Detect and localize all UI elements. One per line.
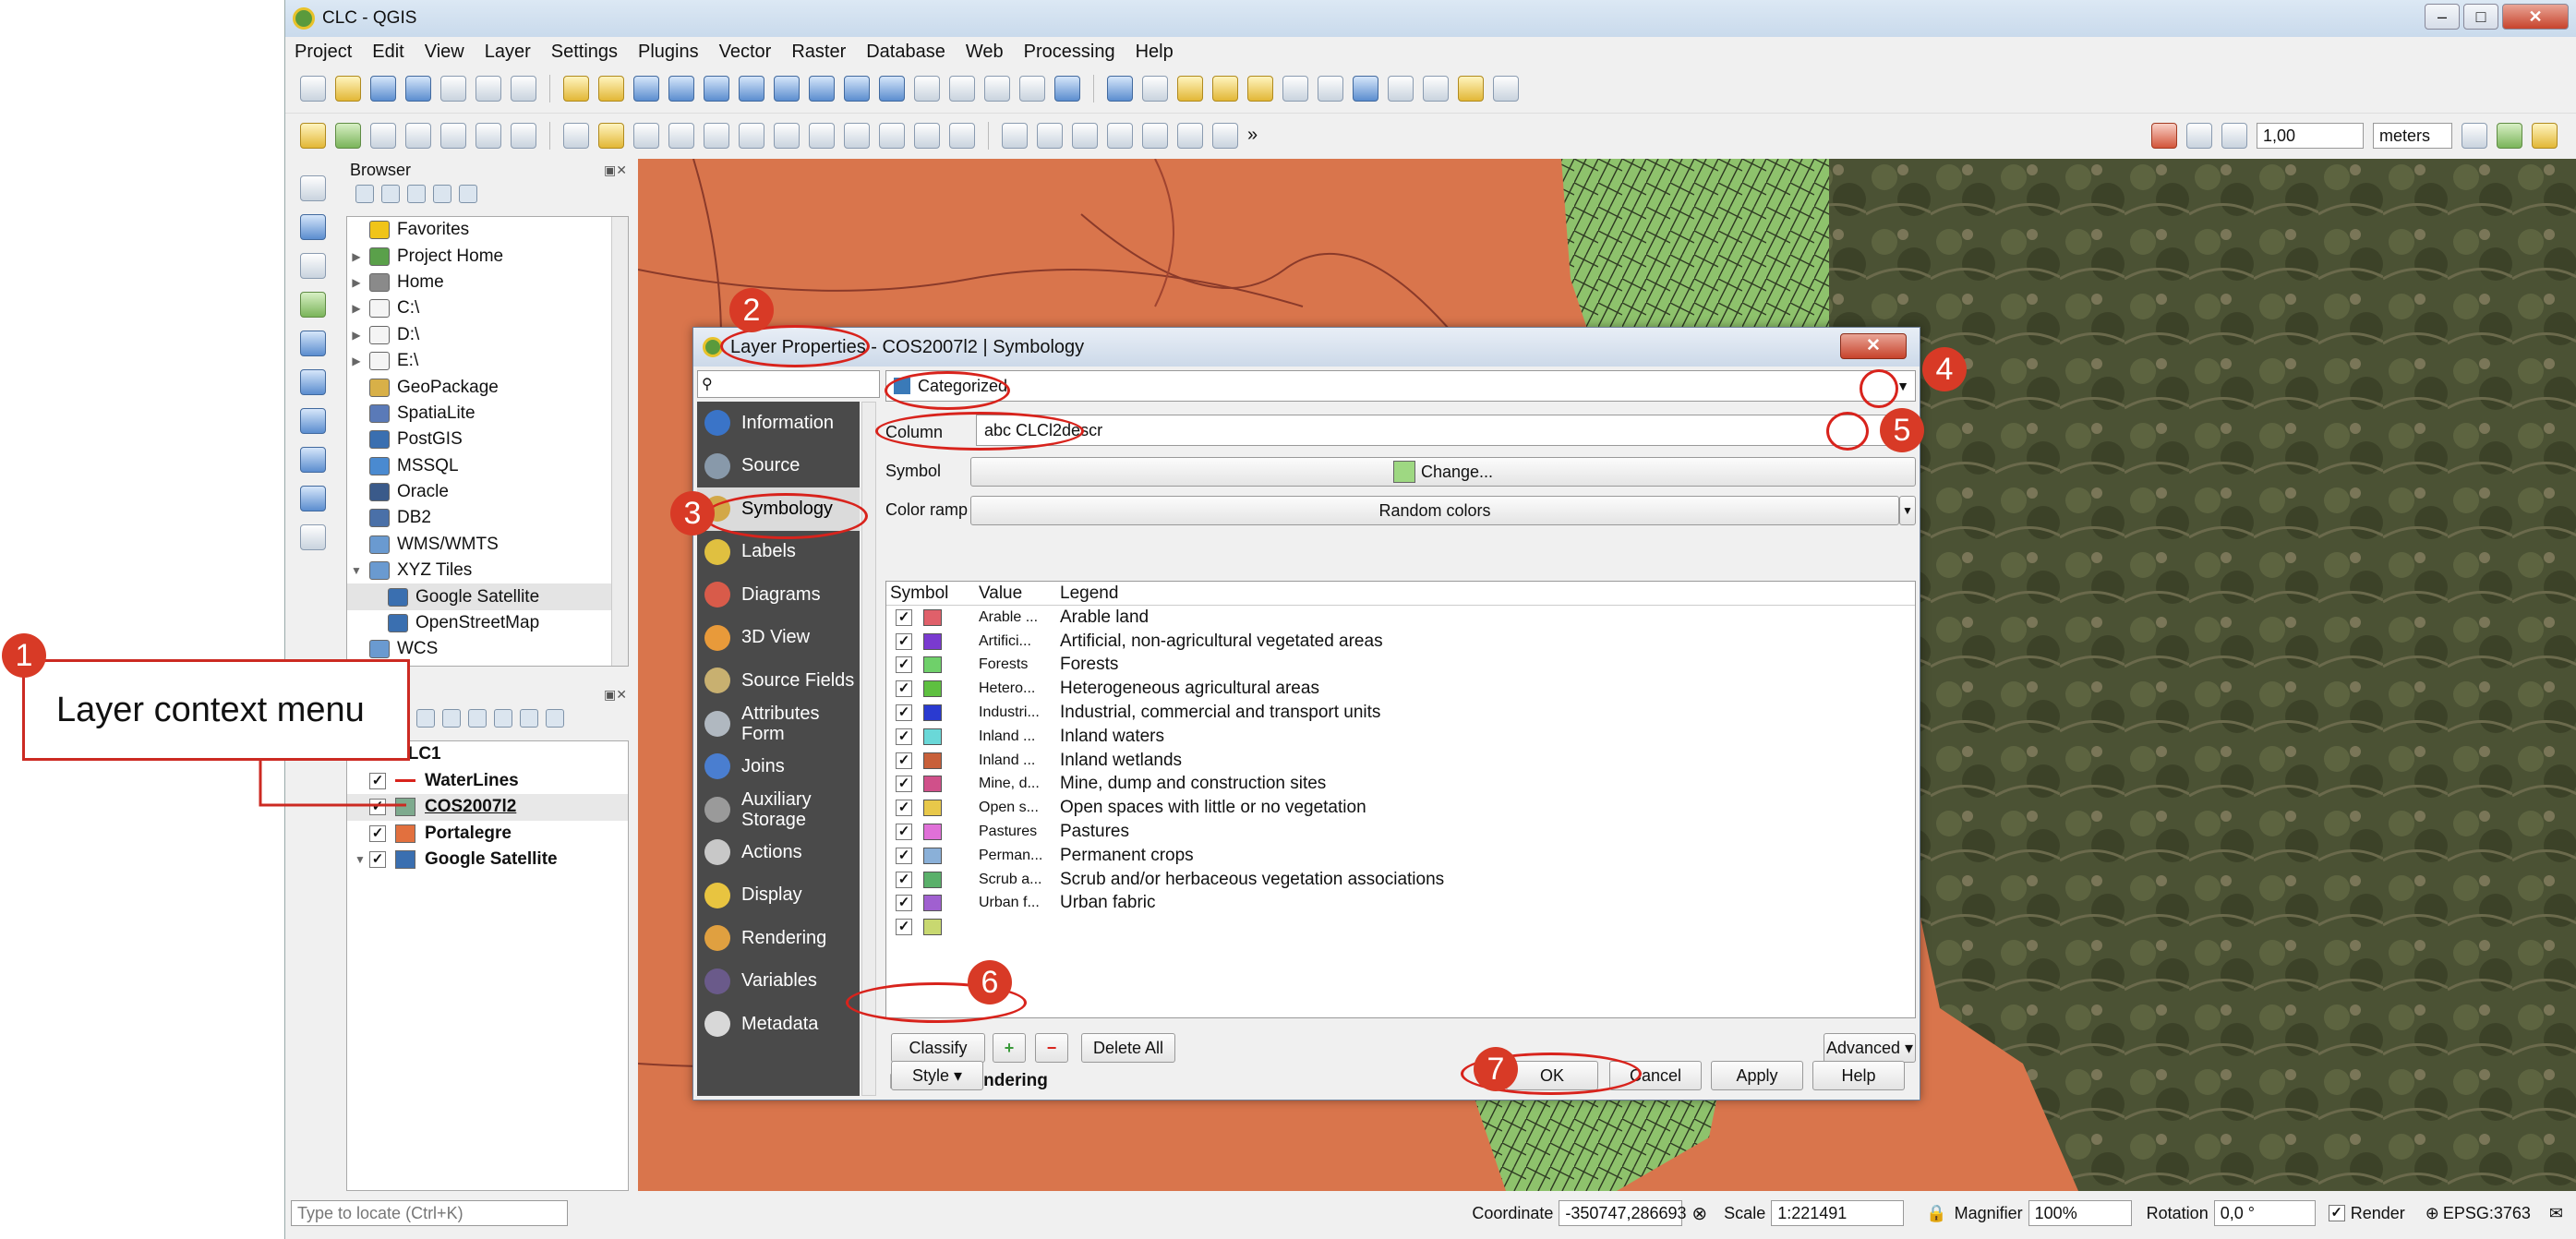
callout-text: Layer context menu	[56, 690, 365, 729]
highlight-ring-renderer	[885, 371, 1010, 410]
annotation-badge-3: 3	[670, 491, 715, 535]
highlight-ring-column	[875, 412, 1084, 451]
highlight-ring-title	[720, 325, 870, 367]
highlight-ring-symbology	[704, 493, 868, 539]
layer-context-menu-callout: Layer context menu	[22, 659, 410, 761]
annotation-badge-1: 1	[2, 633, 46, 678]
annotation-badge-2: 2	[729, 288, 774, 332]
callout-connector	[259, 757, 406, 807]
highlight-ring-column-dropdown	[1826, 412, 1869, 451]
annotation-badge-5: 5	[1880, 408, 1924, 452]
highlight-ring-renderer-dropdown	[1860, 369, 1898, 408]
annotation-badge-6: 6	[968, 960, 1012, 1004]
annotation-badge-4: 4	[1922, 347, 1967, 391]
annotation-badge-7: 7	[1474, 1047, 1518, 1091]
